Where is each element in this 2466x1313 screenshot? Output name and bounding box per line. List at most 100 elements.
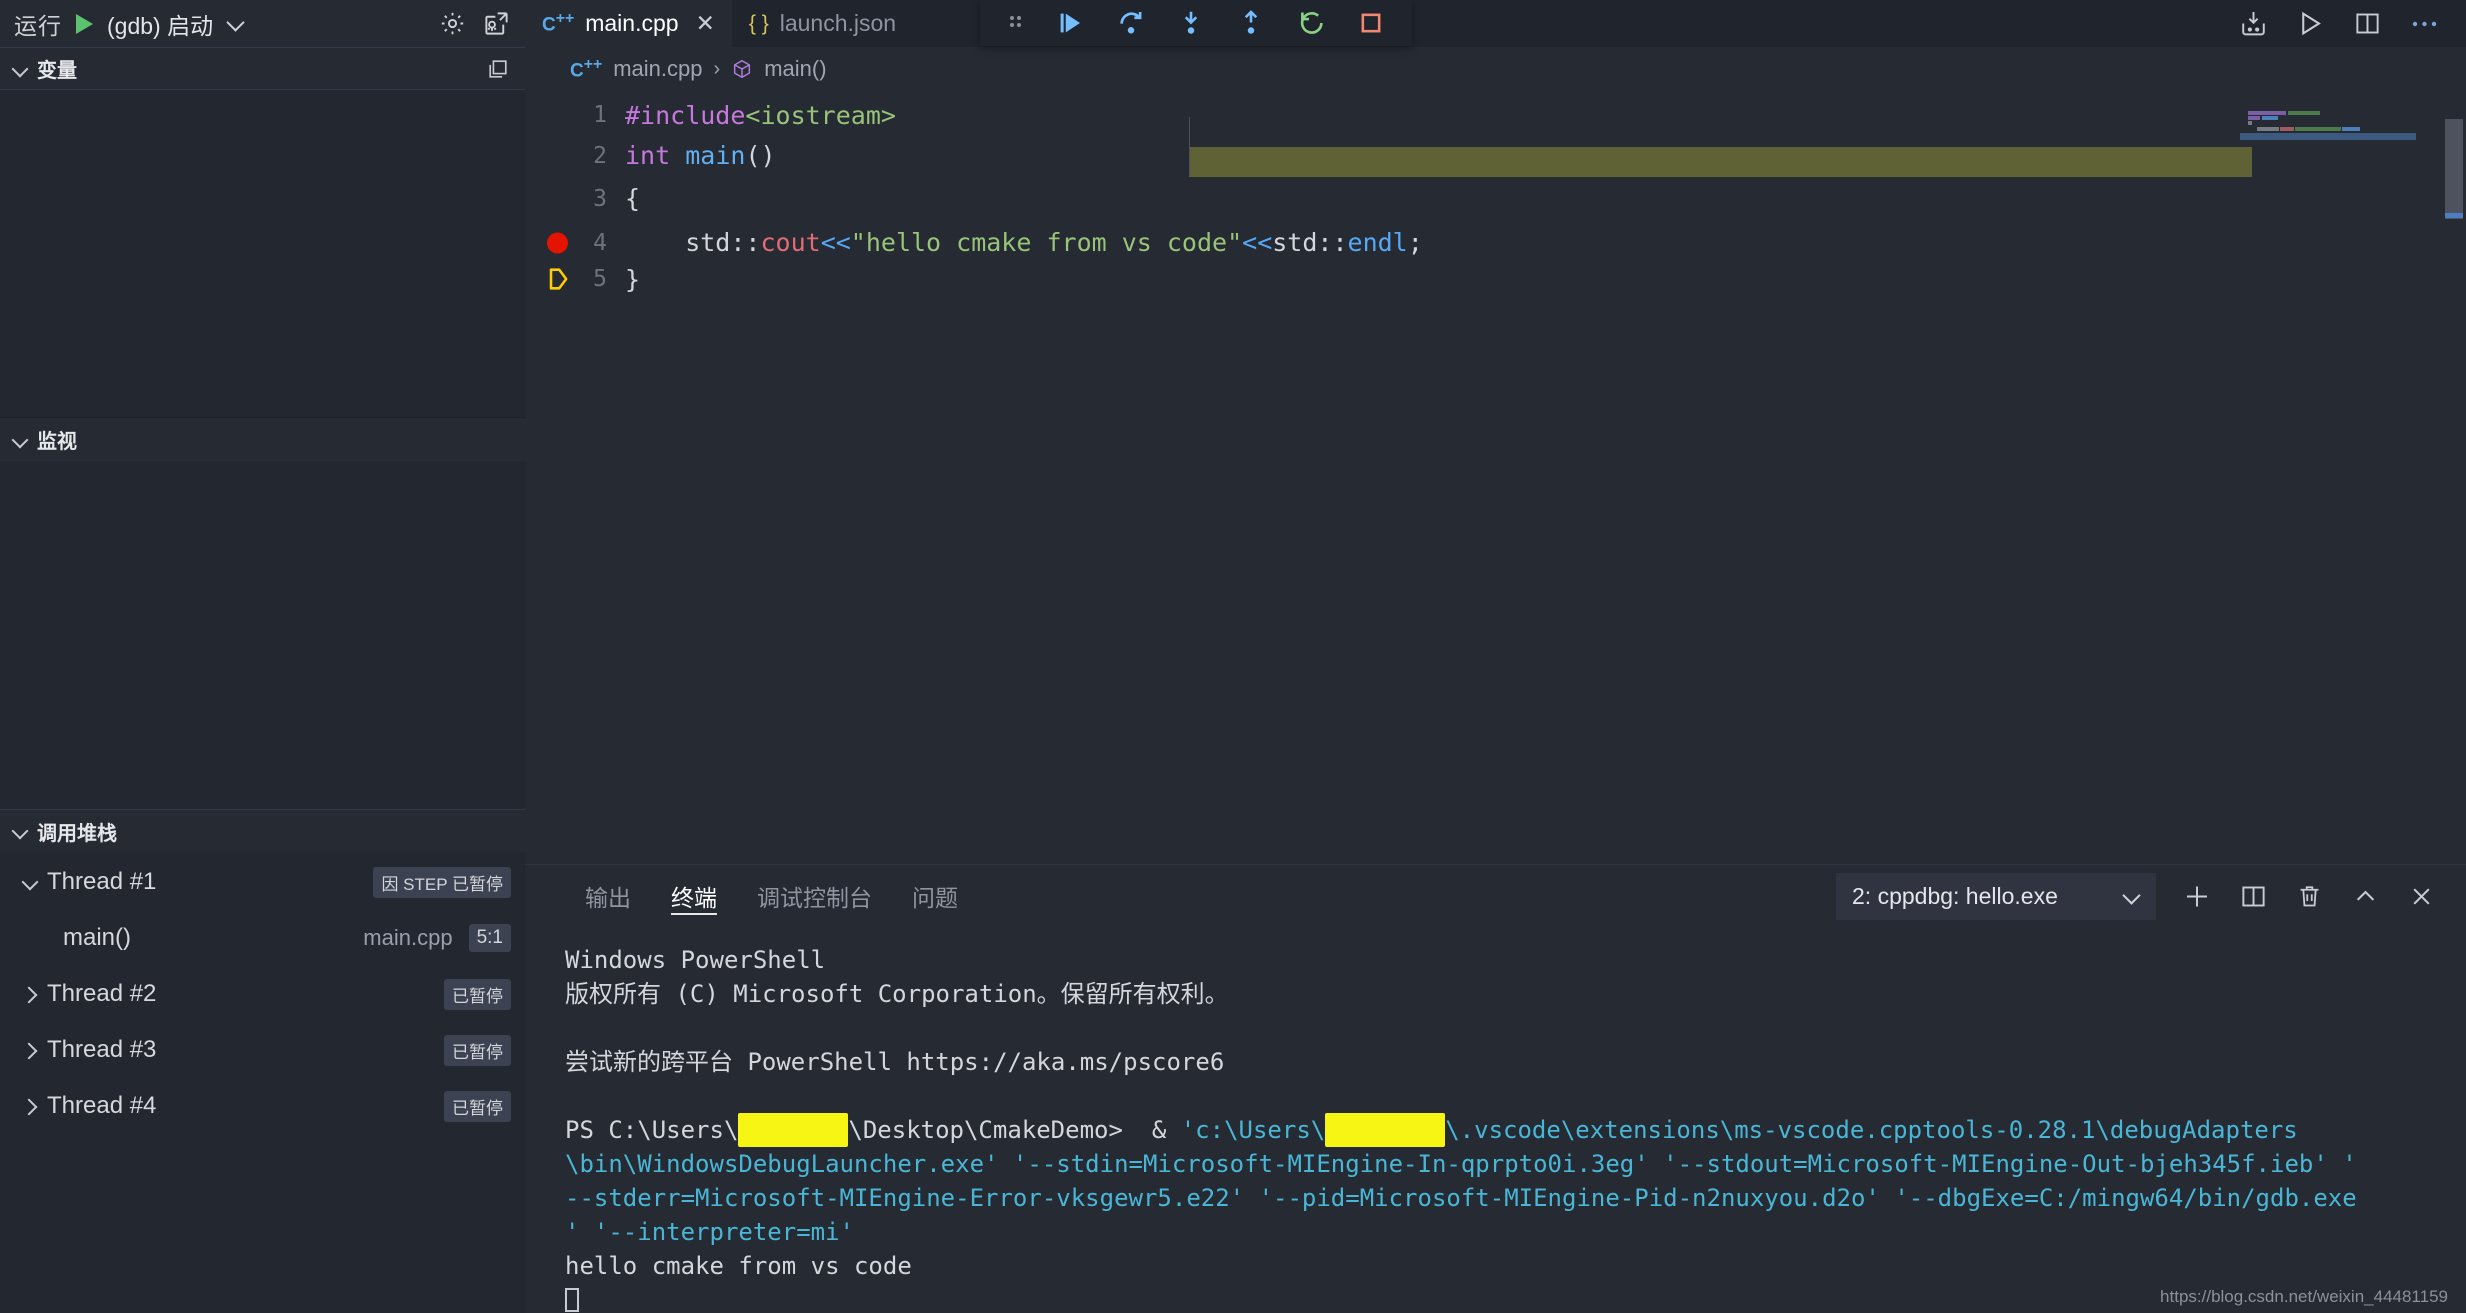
panel-tab-terminal[interactable]: 终端: [651, 865, 737, 927]
thread-status-badge: 因 STEP 已暂停: [373, 866, 511, 898]
drag-handle-icon[interactable]: [1007, 12, 1025, 34]
tab-main-cpp[interactable]: C++ main.cpp ✕: [525, 0, 732, 47]
watch-section-header[interactable]: 监视: [0, 418, 525, 461]
command-prefix: 'c:\Users\: [1180, 1116, 1326, 1144]
chevron-down-icon[interactable]: [12, 61, 28, 77]
step-into-icon[interactable]: [1176, 8, 1206, 38]
callstack-panel: Thread #1 因 STEP 已暂停 main() main.cpp 5:1…: [0, 852, 525, 1313]
code-line-5: 5 }: [525, 264, 2466, 294]
restart-icon[interactable]: [1297, 8, 1327, 38]
bottom-panel: 输出 终端 调试控制台 问题 2: cppdbg: hello.exe Wind…: [525, 864, 2466, 1313]
terminal-selector[interactable]: 2: cppdbg: hello.exe: [1836, 872, 2156, 920]
callstack-thread-1[interactable]: Thread #1 因 STEP 已暂停: [0, 854, 525, 910]
callstack-section-header[interactable]: 调用堆栈: [0, 809, 525, 852]
maximize-panel-icon[interactable]: [2350, 881, 2380, 911]
watch-panel[interactable]: [0, 461, 525, 809]
watermark: https://blog.csdn.net/weixin_44481159: [2160, 1287, 2448, 1306]
gutter[interactable]: 5: [525, 266, 625, 292]
frame-file: main.cpp: [363, 925, 453, 950]
install-extension-icon[interactable]: [2238, 9, 2268, 39]
line-number: 1: [593, 102, 607, 128]
chevron-right-icon[interactable]: [22, 1042, 38, 1058]
redaction-username-1: [738, 1113, 849, 1147]
continue-icon[interactable]: [1055, 8, 1085, 38]
cpp-file-icon: C++: [570, 55, 603, 82]
line-number: 4: [593, 229, 607, 256]
code-text: std::cout<<"hello cmake from vs code"<<s…: [625, 228, 1423, 257]
code-line-2: 2 int main(): [525, 135, 2466, 176]
panel-tab-problems[interactable]: 问题: [892, 865, 978, 927]
gutter[interactable]: 2: [525, 143, 625, 169]
gear-icon[interactable]: [437, 9, 467, 39]
chevron-down-icon[interactable]: [12, 823, 28, 839]
panel-tab-debug-console[interactable]: 调试控制台: [737, 865, 892, 927]
chevron-down-icon[interactable]: [227, 15, 244, 32]
code-text: {: [625, 184, 641, 213]
thread-status-badge: 已暂停: [444, 1034, 511, 1066]
step-out-icon[interactable]: [1236, 8, 1266, 38]
vscode-window: 运行 (gdb) 启动 变量 监视 调用堆栈 Thread #1 因 STEP …: [0, 0, 2466, 1313]
step-over-icon[interactable]: [1116, 8, 1146, 38]
line-number: 3: [593, 185, 607, 212]
debug-toolbar: [980, 0, 1412, 46]
debug-sidebar: 运行 (gdb) 启动 变量 监视 调用堆栈 Thread #1 因 STEP …: [0, 0, 525, 1313]
chevron-right-icon[interactable]: [22, 1098, 38, 1114]
redaction-username-2: [1325, 1113, 1446, 1147]
gutter[interactable]: 1: [525, 102, 625, 128]
code-editor[interactable]: 1 #include<iostream> 2 int main() 3 { 4: [525, 91, 2466, 864]
terminal-program-output: hello cmake from vs code: [565, 1252, 912, 1280]
variables-panel[interactable]: [0, 90, 525, 418]
split-terminal-icon[interactable]: [2238, 881, 2268, 911]
kill-terminal-icon[interactable]: [2294, 881, 2324, 911]
run-label: 运行: [14, 12, 62, 39]
gutter[interactable]: 4: [525, 230, 625, 256]
breadcrumb-symbol[interactable]: main(): [764, 56, 826, 82]
symbol-method-icon: [731, 58, 753, 80]
callstack-thread-4[interactable]: Thread #4 已暂停: [0, 1078, 525, 1134]
play-icon[interactable]: [76, 13, 93, 34]
terminal-prompt-line: PS C:\Users\ \Desktop\CmakeDemo> & 'c:\U…: [565, 1113, 2466, 1147]
editor-area: C++ main.cpp ✕ { } launch.json C++ main.…: [525, 0, 2466, 1313]
close-icon[interactable]: ✕: [696, 10, 715, 37]
run-code-icon[interactable]: [2295, 9, 2325, 39]
open-debug-console-icon[interactable]: [481, 9, 511, 39]
variables-title: 变量: [37, 60, 77, 82]
code-line-4: 4 std::cout<<"hello cmake from vs code"<…: [525, 221, 2466, 264]
gutter[interactable]: 3: [525, 186, 625, 212]
chevron-right-icon[interactable]: [22, 986, 38, 1002]
tab-label: main.cpp: [585, 10, 679, 36]
debug-launch-bar: 运行 (gdb) 启动: [0, 0, 525, 47]
stop-icon[interactable]: [1357, 9, 1385, 37]
terminal-line: 版权所有 (C) Microsoft Corporation。保留所有权利。: [565, 980, 1229, 1008]
panel-tab-output[interactable]: 输出: [565, 865, 651, 927]
tab-label: launch.json: [779, 10, 897, 36]
launch-config-name[interactable]: (gdb) 启动: [107, 7, 213, 41]
prompt-path: \Desktop\CmakeDemo> &: [848, 1116, 1181, 1144]
variables-section-header[interactable]: 变量: [0, 47, 525, 90]
editor-scrollbar[interactable]: [2438, 91, 2466, 864]
callstack-frame-main[interactable]: main() main.cpp 5:1: [0, 910, 525, 966]
close-panel-icon[interactable]: [2406, 881, 2436, 911]
chevron-down-icon[interactable]: [12, 432, 28, 448]
chevron-down-icon[interactable]: [22, 874, 38, 890]
callstack-thread-2[interactable]: Thread #2 已暂停: [0, 966, 525, 1022]
breadcrumb-file[interactable]: main.cpp: [613, 56, 702, 82]
chevron-down-icon[interactable]: [2123, 888, 2140, 905]
callstack-thread-3[interactable]: Thread #3 已暂停: [0, 1022, 525, 1078]
new-terminal-icon[interactable]: [2182, 881, 2212, 911]
scrollbar-slider[interactable]: [2445, 119, 2463, 219]
code-line-3: 3 {: [525, 176, 2466, 221]
split-editor-icon[interactable]: [2352, 9, 2382, 39]
thread-status-badge: 已暂停: [444, 978, 511, 1010]
panel-tab-label: 调试控制台: [757, 885, 872, 911]
breakpoint-icon[interactable]: [547, 232, 568, 253]
terminal-output[interactable]: Windows PowerShell 版权所有 (C) Microsoft Co…: [525, 927, 2466, 1313]
tab-launch-json[interactable]: { } launch.json: [732, 0, 913, 47]
prompt-prefix: PS C:\Users\: [565, 1116, 739, 1144]
minimap-current-line: [2240, 133, 2416, 140]
code-lines: 1 #include<iostream> 2 int main() 3 { 4: [525, 95, 2466, 294]
minimap[interactable]: [2240, 91, 2438, 864]
open-in-editor-icon[interactable]: [483, 54, 513, 84]
more-actions-icon[interactable]: [2409, 9, 2439, 39]
